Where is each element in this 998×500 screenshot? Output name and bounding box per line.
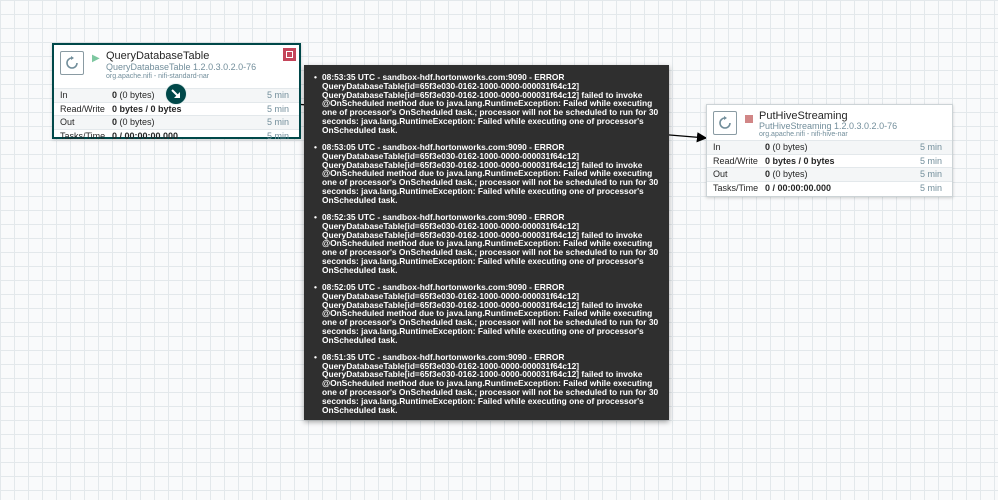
stat-time: 5 min (266, 103, 289, 114)
bulletin-message: • 08:53:35 UTC - sandbox-hdf.hortonworks… (314, 72, 659, 135)
stat-time: 5 min (266, 130, 289, 141)
bulletin-message: • 08:51:35 UTC - sandbox-hdf.hortonworks… (314, 351, 659, 415)
processor-put-hive-streaming[interactable]: PutHiveStreaming PutHiveStreaming 1.2.0.… (706, 104, 953, 197)
bulletin-text: 08:53:35 UTC - sandbox-hdf.hortonworks.c… (322, 72, 659, 135)
stat-row-in: In 0 (0 bytes) 5 min (707, 141, 952, 155)
bulletin-message: • 08:52:35 UTC - sandbox-hdf.hortonworks… (314, 211, 659, 275)
bulletin-text: 08:52:35 UTC - sandbox-hdf.hortonworks.c… (322, 211, 659, 275)
bulletin-text: 08:53:05 UTC - sandbox-hdf.hortonworks.c… (322, 141, 659, 205)
stat-value: 0 / 00:00:00.000 (765, 182, 832, 193)
stat-time: 5 min (266, 117, 289, 127)
stat-row-read-write: Read/Write 0 bytes / 0 bytes 5 min (707, 155, 952, 168)
stat-time: 5 min (919, 142, 942, 152)
stat-value: 0 (765, 169, 771, 179)
stat-value: 0 (765, 142, 771, 152)
stat-time: 5 min (919, 155, 942, 166)
stat-row-tasks-time: Tasks/Time 0 / 00:00:00.000 5 min (707, 182, 952, 195)
stat-label: Out (713, 169, 728, 179)
processor-type: PutHiveStreaming 1.2.0.3.0.2.0-76 (759, 121, 898, 131)
stat-detail: (0 bytes) (772, 169, 808, 179)
stat-value: 0 (112, 90, 118, 100)
connection-arrow-icon[interactable] (165, 83, 187, 105)
stat-detail: (0 bytes) (119, 117, 155, 127)
stop-icon[interactable] (745, 115, 753, 123)
stat-label: Read/Write (60, 103, 105, 114)
processor-type: QueryDatabaseTable 1.2.0.3.0.2.0-76 (106, 62, 257, 72)
stat-time: 5 min (266, 90, 289, 100)
stat-row-out: Out 0 (0 bytes) 5 min (707, 168, 952, 182)
stat-detail: (0 bytes) (119, 90, 155, 100)
processor-icon (60, 51, 84, 75)
stat-label: In (713, 142, 721, 152)
stat-value: 0 (112, 117, 118, 127)
processor-icon (713, 111, 737, 135)
bulletin-message: • 08:53:05 UTC - sandbox-hdf.hortonworks… (314, 141, 659, 205)
stat-value: 0 bytes / 0 bytes (112, 103, 182, 114)
stat-label: Tasks/Time (713, 182, 759, 193)
stat-label: Read/Write (713, 155, 758, 166)
processor-bundle: org.apache.nifi - nifi-hive-nar (759, 131, 848, 138)
stat-detail: (0 bytes) (772, 142, 808, 152)
processor-stats: In 0 (0 bytes) 5 min Read/Write 0 bytes … (707, 141, 952, 194)
processor-bundle: org.apache.nifi - nifi-standard-nar (106, 73, 210, 80)
stat-label: In (60, 90, 68, 100)
stat-time: 5 min (919, 169, 942, 179)
bulletin-message: • 08:52:05 UTC - sandbox-hdf.hortonworks… (314, 281, 659, 345)
stat-label: Tasks/Time (60, 130, 106, 141)
processor-header: PutHiveStreaming PutHiveStreaming 1.2.0.… (707, 105, 952, 141)
stat-label: Out (60, 117, 75, 127)
stat-row-tasks-time: Tasks/Time 0 / 00:00:00.000 5 min (54, 130, 299, 143)
stat-value: 0 / 00:00:00.000 (112, 130, 179, 141)
play-icon[interactable]: ▶ (92, 54, 100, 64)
bulletin-text: 08:51:35 UTC - sandbox-hdf.hortonworks.c… (322, 351, 659, 415)
bulletin-tooltip: • 08:53:35 UTC - sandbox-hdf.hortonworks… (304, 65, 669, 420)
stat-time: 5 min (919, 182, 942, 193)
bulletin-text: 08:52:05 UTC - sandbox-hdf.hortonworks.c… (322, 281, 659, 345)
stat-value: 0 bytes / 0 bytes (765, 155, 835, 166)
processor-name: QueryDatabaseTable (106, 50, 210, 62)
bulletin-icon[interactable] (283, 48, 296, 61)
stat-row-out: Out 0 (0 bytes) 5 min (54, 116, 299, 130)
